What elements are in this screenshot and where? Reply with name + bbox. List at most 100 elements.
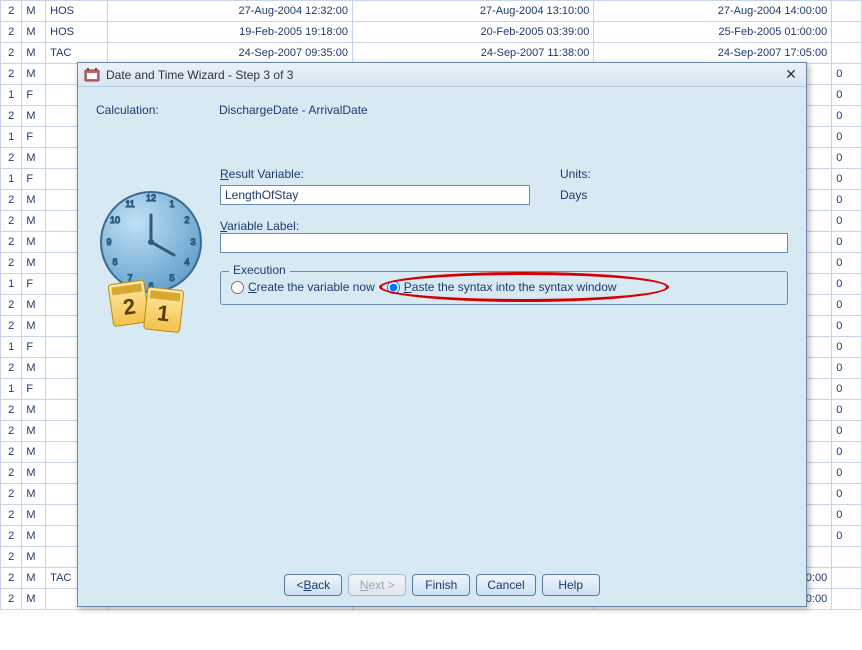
cell[interactable]: M (22, 43, 46, 64)
cell[interactable]: 2 (1, 211, 22, 232)
cell[interactable] (832, 22, 862, 43)
titlebar[interactable]: Date and Time Wizard - Step 3 of 3 ✕ (78, 63, 806, 87)
cell[interactable]: 0 (832, 400, 862, 421)
cell[interactable]: M (22, 211, 46, 232)
cell[interactable]: M (22, 568, 46, 589)
cell[interactable]: M (22, 232, 46, 253)
back-button[interactable]: < Back (284, 574, 342, 596)
cell[interactable]: M (22, 400, 46, 421)
cell[interactable]: 0 (832, 211, 862, 232)
cell[interactable]: 24-Sep-2007 17:05:00 (594, 43, 832, 64)
cell[interactable]: 2 (1, 106, 22, 127)
variable-label-input[interactable] (220, 233, 788, 253)
cell[interactable]: F (22, 337, 46, 358)
cell[interactable]: M (22, 295, 46, 316)
cell[interactable]: M (22, 190, 46, 211)
cell[interactable]: M (22, 505, 46, 526)
cell[interactable] (832, 568, 862, 589)
cell[interactable]: 0 (832, 190, 862, 211)
cell[interactable]: 0 (832, 169, 862, 190)
cell[interactable]: 24-Sep-2007 11:38:00 (352, 43, 593, 64)
cell[interactable]: 1 (1, 337, 22, 358)
cell[interactable]: 0 (832, 505, 862, 526)
radio-paste-syntax-input[interactable] (387, 281, 400, 294)
cell[interactable]: 0 (832, 64, 862, 85)
cell[interactable]: 27-Aug-2004 13:10:00 (352, 1, 593, 22)
cell[interactable] (832, 1, 862, 22)
cell[interactable]: F (22, 127, 46, 148)
cell[interactable]: 2 (1, 400, 22, 421)
cell[interactable]: 0 (832, 127, 862, 148)
cell[interactable]: M (22, 253, 46, 274)
cell[interactable]: 1 (1, 274, 22, 295)
cell[interactable]: 2 (1, 190, 22, 211)
cell[interactable]: 0 (832, 526, 862, 547)
cell[interactable]: 0 (832, 316, 862, 337)
cell[interactable]: 2 (1, 64, 22, 85)
cell[interactable] (832, 547, 862, 568)
cell[interactable]: 2 (1, 484, 22, 505)
help-button[interactable]: Help (542, 574, 600, 596)
cell[interactable]: 0 (832, 358, 862, 379)
cell[interactable]: 0 (832, 463, 862, 484)
cell[interactable]: 2 (1, 463, 22, 484)
cell[interactable]: 2 (1, 232, 22, 253)
cell[interactable] (832, 43, 862, 64)
cell[interactable]: 2 (1, 421, 22, 442)
cell[interactable]: TAC (46, 43, 108, 64)
cell[interactable]: M (22, 106, 46, 127)
cell[interactable]: 0 (832, 421, 862, 442)
cell[interactable]: 0 (832, 106, 862, 127)
cell[interactable]: 2 (1, 547, 22, 568)
cell[interactable]: HOS (46, 1, 108, 22)
cell[interactable]: 2 (1, 253, 22, 274)
cell[interactable]: 2 (1, 316, 22, 337)
finish-button[interactable]: Finish (412, 574, 470, 596)
cell[interactable]: 1 (1, 169, 22, 190)
cell[interactable]: F (22, 379, 46, 400)
cell[interactable]: 27-Aug-2004 12:32:00 (108, 1, 353, 22)
cell[interactable]: 20-Feb-2005 03:39:00 (352, 22, 593, 43)
radio-create-now-input[interactable] (231, 281, 244, 294)
cell[interactable]: F (22, 85, 46, 106)
cell[interactable]: 0 (832, 85, 862, 106)
cell[interactable]: 27-Aug-2004 14:00:00 (594, 1, 832, 22)
result-variable-input[interactable] (220, 185, 530, 205)
radio-create-now[interactable]: Create the variable now (231, 280, 375, 294)
cell[interactable]: 0 (832, 484, 862, 505)
cell[interactable]: M (22, 316, 46, 337)
cell[interactable]: M (22, 421, 46, 442)
cell[interactable]: 0 (832, 295, 862, 316)
cell[interactable]: 2 (1, 442, 22, 463)
cell[interactable]: 0 (832, 337, 862, 358)
cell[interactable]: 2 (1, 526, 22, 547)
cell[interactable]: 0 (832, 148, 862, 169)
cell[interactable]: M (22, 64, 46, 85)
cell[interactable]: 2 (1, 43, 22, 64)
cell[interactable]: 1 (1, 85, 22, 106)
cell[interactable]: 0 (832, 253, 862, 274)
cell[interactable]: M (22, 358, 46, 379)
cell[interactable]: M (22, 484, 46, 505)
cell[interactable]: HOS (46, 22, 108, 43)
cell[interactable]: 1 (1, 127, 22, 148)
cell[interactable]: 0 (832, 274, 862, 295)
cell[interactable]: 25-Feb-2005 01:00:00 (594, 22, 832, 43)
cell[interactable]: 19-Feb-2005 19:18:00 (108, 22, 353, 43)
cell[interactable]: M (22, 148, 46, 169)
table-row[interactable]: 2MTAC24-Sep-2007 09:35:0024-Sep-2007 11:… (1, 43, 862, 64)
cell[interactable]: F (22, 274, 46, 295)
cancel-button[interactable]: Cancel (476, 574, 535, 596)
cell[interactable]: 0 (832, 442, 862, 463)
cell[interactable]: 2 (1, 148, 22, 169)
cell[interactable]: 1 (1, 379, 22, 400)
cell[interactable]: 2 (1, 505, 22, 526)
close-icon[interactable]: ✕ (782, 67, 800, 83)
cell[interactable]: M (22, 463, 46, 484)
cell[interactable]: 2 (1, 568, 22, 589)
table-row[interactable]: 2MHOS19-Feb-2005 19:18:0020-Feb-2005 03:… (1, 22, 862, 43)
cell[interactable]: M (22, 526, 46, 547)
cell[interactable]: F (22, 169, 46, 190)
cell[interactable]: M (22, 547, 46, 568)
cell[interactable] (832, 589, 862, 610)
